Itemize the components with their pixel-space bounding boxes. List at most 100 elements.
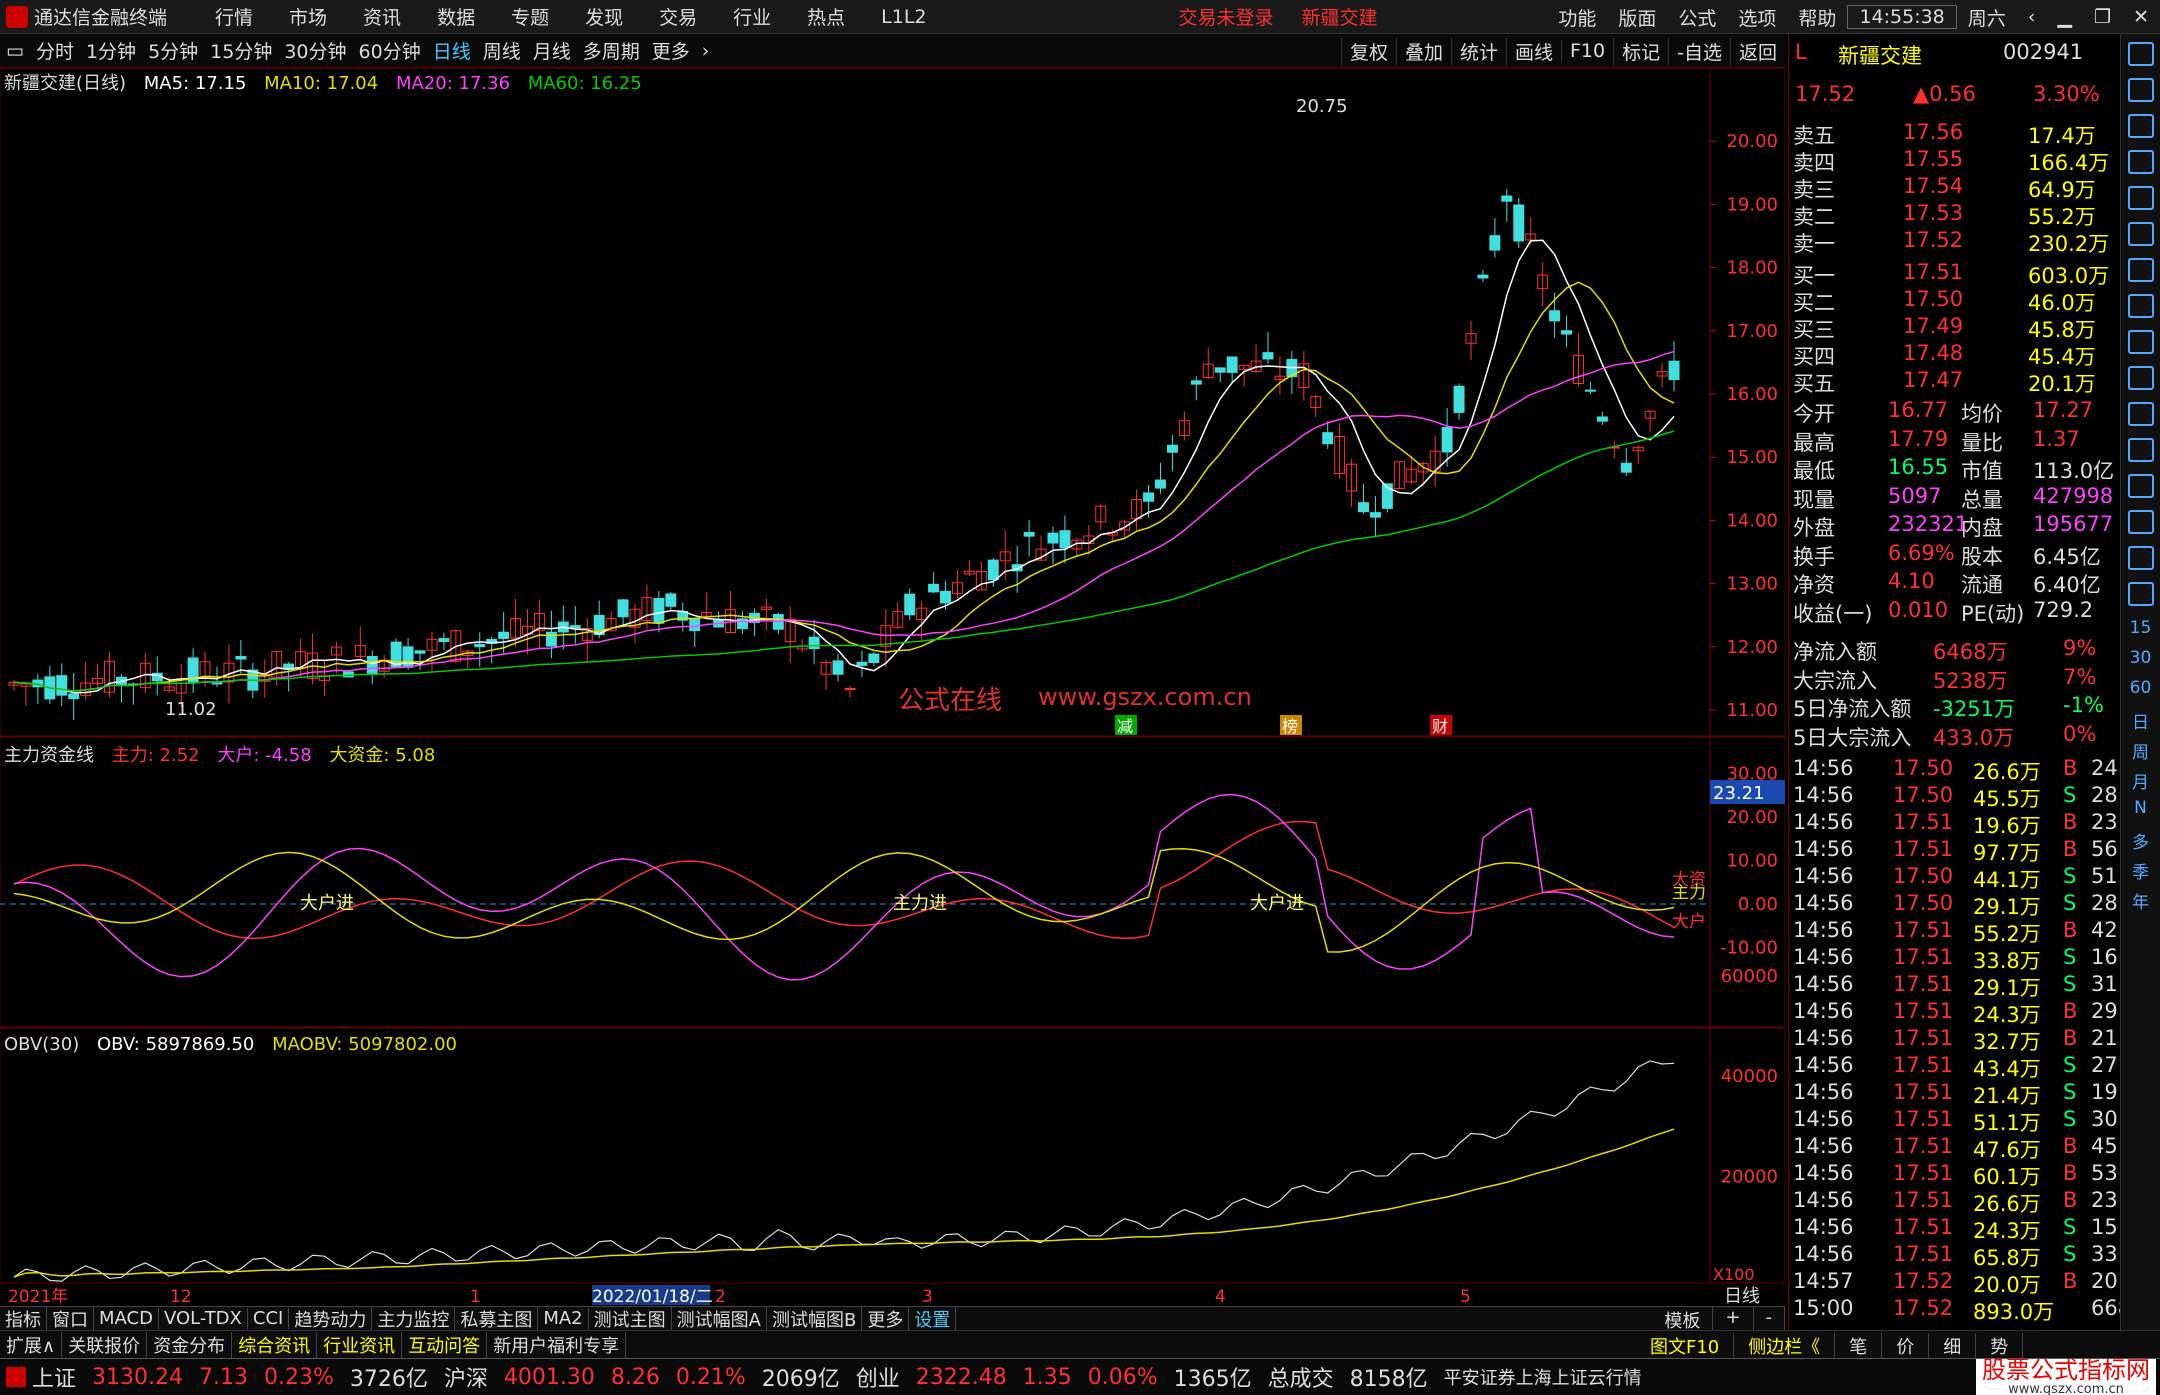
- tick-row-cell: 97.7万: [1973, 841, 2041, 865]
- tick-row: 14:56 17.51 97.7万 B 56: [1793, 837, 2118, 865]
- side-period-item[interactable]: 季: [2121, 858, 2160, 888]
- candle-body: [1023, 531, 1035, 537]
- tick-row-cell: 56: [2091, 837, 2118, 861]
- indicator-tab[interactable]: VOL-TDX: [159, 1308, 248, 1329]
- tick-row: 14:56 17.51 29.1万 S 31: [1793, 972, 2118, 1000]
- bid-row-cell: 17.50: [1903, 287, 1964, 311]
- tick-row-cell: 14:56: [1793, 837, 1854, 861]
- side-period-item[interactable]: 周: [2121, 738, 2160, 768]
- panel-tab[interactable]: 细: [1929, 1333, 1977, 1358]
- side-period-item[interactable]: 日: [2121, 708, 2160, 738]
- indicator-tab[interactable]: 更多: [862, 1307, 910, 1330]
- close-icon[interactable]: ✕: [2122, 6, 2160, 28]
- side-tool-icon[interactable]: [2127, 42, 2154, 66]
- indicator-tab[interactable]: MACD: [94, 1308, 159, 1329]
- indicator-tab[interactable]: 指标: [0, 1307, 47, 1330]
- side-tool-icon[interactable]: [2127, 582, 2154, 606]
- side-tool-icon[interactable]: [2127, 258, 2154, 282]
- index-field[interactable]: 沪深: [444, 1361, 488, 1393]
- index-field[interactable]: 创业: [856, 1361, 900, 1393]
- side-tool-icon[interactable]: [2127, 510, 2154, 534]
- tick-row-cell: 24.3万: [1973, 1219, 2041, 1243]
- side-tool-icon[interactable]: [2127, 546, 2154, 570]
- minimize-icon[interactable]: ▁: [2046, 6, 2083, 28]
- bid-row-cell: 46.0万: [2028, 291, 2096, 315]
- broker-label: 平安证券上海上证云行情: [1443, 1368, 1642, 1389]
- info-tab[interactable]: 扩展∧: [0, 1331, 63, 1358]
- stat-row-cell: 均价: [1961, 402, 2003, 426]
- panel-tab[interactable]: 图文F10: [1636, 1333, 1735, 1358]
- candle-body: [832, 660, 844, 675]
- candle-body: [56, 675, 68, 696]
- info-tab[interactable]: 行业资讯: [317, 1331, 403, 1358]
- side-tool-icon[interactable]: [2127, 186, 2154, 210]
- side-period-item[interactable]: N: [2121, 798, 2160, 828]
- tick-row-cell: 14:56: [1793, 999, 1854, 1023]
- tab-tool-button[interactable]: -: [1754, 1307, 1785, 1330]
- indicator-tab[interactable]: 设置: [909, 1307, 957, 1330]
- indicator-tab[interactable]: 测试幅图A: [672, 1307, 767, 1330]
- tick-row-cell: 17.51: [1893, 1026, 1954, 1050]
- indicator-tab[interactable]: 主力监控: [372, 1307, 456, 1330]
- side-tool-icon[interactable]: [2127, 366, 2154, 390]
- side-period-item[interactable]: 月: [2121, 768, 2160, 798]
- ask-row: 卖一 17.52 230.2万: [1793, 228, 2117, 256]
- panel-tab[interactable]: 笔: [1835, 1333, 1883, 1358]
- indicator-tab[interactable]: CCI: [248, 1308, 290, 1329]
- tab-tool-button[interactable]: +: [1713, 1307, 1754, 1330]
- tick-row: 14:56 17.50 44.1万 S 51: [1793, 864, 2118, 892]
- info-tab[interactable]: 互动问答: [402, 1331, 488, 1358]
- indicator-tab[interactable]: 测试主图: [589, 1307, 672, 1330]
- indicator-tab[interactable]: 窗口: [47, 1307, 94, 1330]
- side-period-item[interactable]: 60: [2121, 678, 2160, 708]
- stat-row: 今开 16.77 均价 17.27: [1793, 398, 2117, 426]
- indicator-tab[interactable]: 测试幅图B: [767, 1307, 863, 1330]
- flow-row-cell: 净流入额: [1793, 640, 1877, 664]
- tick-row-cell: 14:56: [1793, 1026, 1854, 1050]
- ma20-line: [13, 350, 1675, 692]
- side-tool-icon[interactable]: [2127, 294, 2154, 318]
- bid-row-cell: 17.49: [1903, 314, 1964, 338]
- indicator-tab[interactable]: MA2: [538, 1308, 589, 1329]
- maximize-icon[interactable]: ❐: [2083, 6, 2122, 28]
- side-tool-icon[interactable]: [2127, 78, 2154, 102]
- indicator-tab[interactable]: 私募主图: [455, 1307, 539, 1330]
- info-tab[interactable]: 新用户福利专享: [487, 1331, 627, 1358]
- kline-chart[interactable]: 20.0019.0018.0017.0016.0015.0014.0013.00…: [0, 0, 1785, 1306]
- panel-tab[interactable]: 侧边栏《: [1734, 1333, 1836, 1358]
- side-toolbar: 15 30 60 日周月 N 多季年: [2120, 34, 2160, 1330]
- side-period-item[interactable]: 30: [2121, 648, 2160, 678]
- side-tool-icon[interactable]: [2127, 114, 2154, 138]
- candle-body: [235, 656, 247, 660]
- tick-row-cell: 17.51: [1893, 999, 1954, 1023]
- tab-tool-button[interactable]: 模板: [1652, 1307, 1714, 1330]
- side-period-item[interactable]: 多: [2121, 828, 2160, 858]
- panel-tab[interactable]: 势: [1976, 1333, 2024, 1358]
- ytick-label: 20.00: [1726, 131, 1778, 152]
- side-tool-icon[interactable]: [2127, 438, 2154, 462]
- panel-tab[interactable]: 价: [1882, 1333, 1930, 1358]
- ind1-line: [13, 793, 1675, 981]
- index-field[interactable]: 上证: [32, 1361, 76, 1393]
- tick-row-cell: 17.51: [1893, 1107, 1954, 1131]
- quote-price-cell: 17.52: [1795, 82, 1856, 106]
- side-tool-icon[interactable]: [2127, 150, 2154, 174]
- menu-item[interactable]: 帮助: [1787, 4, 1847, 31]
- xaxis-label: 12: [170, 1287, 192, 1306]
- side-tool-icon[interactable]: [2127, 402, 2154, 426]
- side-period-item[interactable]: 15: [2121, 618, 2160, 648]
- side-tool-icon[interactable]: [2127, 330, 2154, 354]
- info-tab[interactable]: 综合资讯: [232, 1331, 318, 1358]
- back-icon[interactable]: ‹: [2017, 6, 2047, 28]
- side-period-item[interactable]: 年: [2121, 888, 2160, 918]
- ma5-line: [13, 239, 1675, 694]
- info-tab[interactable]: 关联报价: [62, 1331, 148, 1358]
- tick-row: 14:56 17.51 43.4万 S 27: [1793, 1053, 2118, 1081]
- side-tool-icon[interactable]: [2127, 474, 2154, 498]
- indicator-tab[interactable]: 趋势动力: [289, 1307, 373, 1330]
- stat-row-cell: 17.79: [1888, 426, 1949, 451]
- candle-body: [1441, 427, 1453, 453]
- side-tool-icon[interactable]: [2127, 222, 2154, 246]
- info-tab[interactable]: 资金分布: [147, 1331, 233, 1358]
- tick-row-cell: 17.51: [1893, 1242, 1954, 1266]
